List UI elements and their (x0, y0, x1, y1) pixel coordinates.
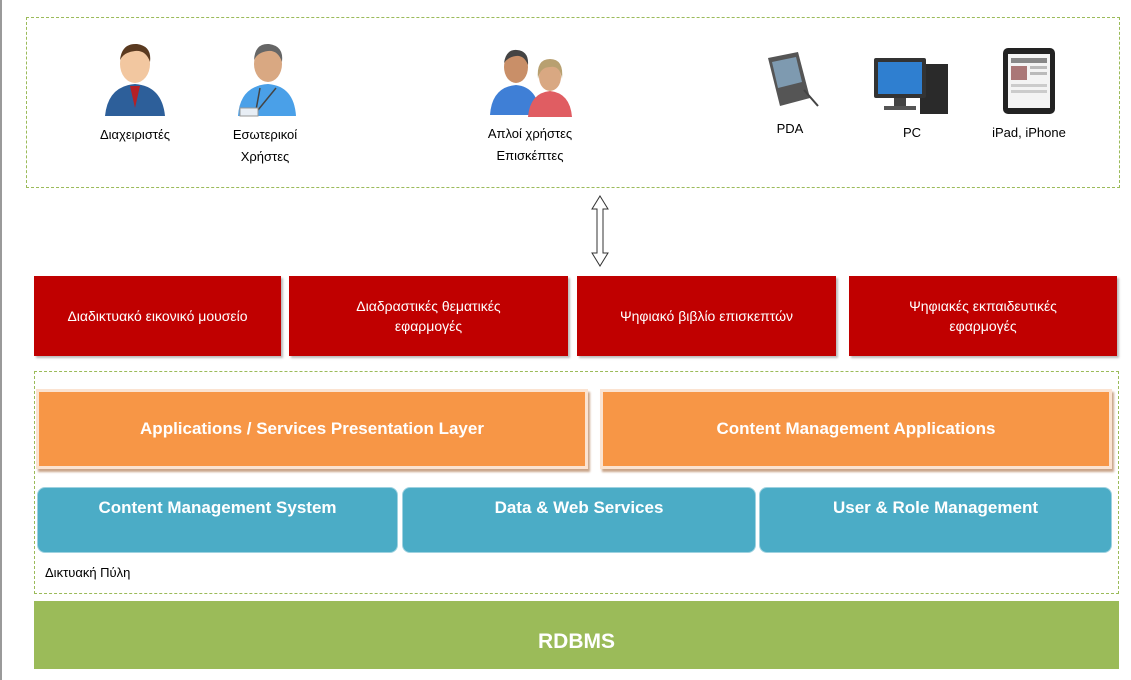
admin-user-icon (105, 43, 165, 116)
actor-admins: Διαχειριστές (70, 38, 200, 146)
device-ipad: iPad, iPhone (964, 46, 1094, 144)
double-arrow-icon (591, 195, 609, 267)
portal-label: Δικτυακή Πύλη (45, 565, 131, 580)
rdbms-layer: RDBMS (34, 601, 1119, 669)
app-virtual-museum: Διαδικτυακό εικονικό μουσείο (34, 276, 281, 356)
actor-internal-users: Εσωτερικοί Χρήστες (200, 38, 330, 168)
users-group-icon (490, 49, 572, 117)
device-pda: PDA (725, 50, 855, 140)
app-visitor-book: Ψηφιακό βιβλίο επισκεπτών (577, 276, 836, 356)
device-pc: PC (847, 54, 977, 144)
content-management-apps: Content Management Applications (600, 389, 1112, 469)
data-web-services: Data & Web Services (402, 487, 756, 553)
app-interactive-thematic: Διαδραστικές θεματικές εφαρμογές (289, 276, 568, 356)
ipad-icon (1003, 48, 1055, 114)
app-educational: Ψηφιακές εκπαιδευτικές εφαρμογές (849, 276, 1117, 356)
internal-user-icon (238, 43, 296, 117)
presentation-layer: Applications / Services Presentation Lay… (36, 389, 588, 469)
page-edge (0, 0, 2, 680)
pda-icon (768, 52, 819, 107)
content-management-system: Content Management System (37, 487, 398, 553)
actor-public-users: Απλοί χρήστες Επισκέπτες (465, 45, 595, 167)
pc-icon (874, 58, 948, 114)
user-role-management: User & Role Management (759, 487, 1112, 553)
